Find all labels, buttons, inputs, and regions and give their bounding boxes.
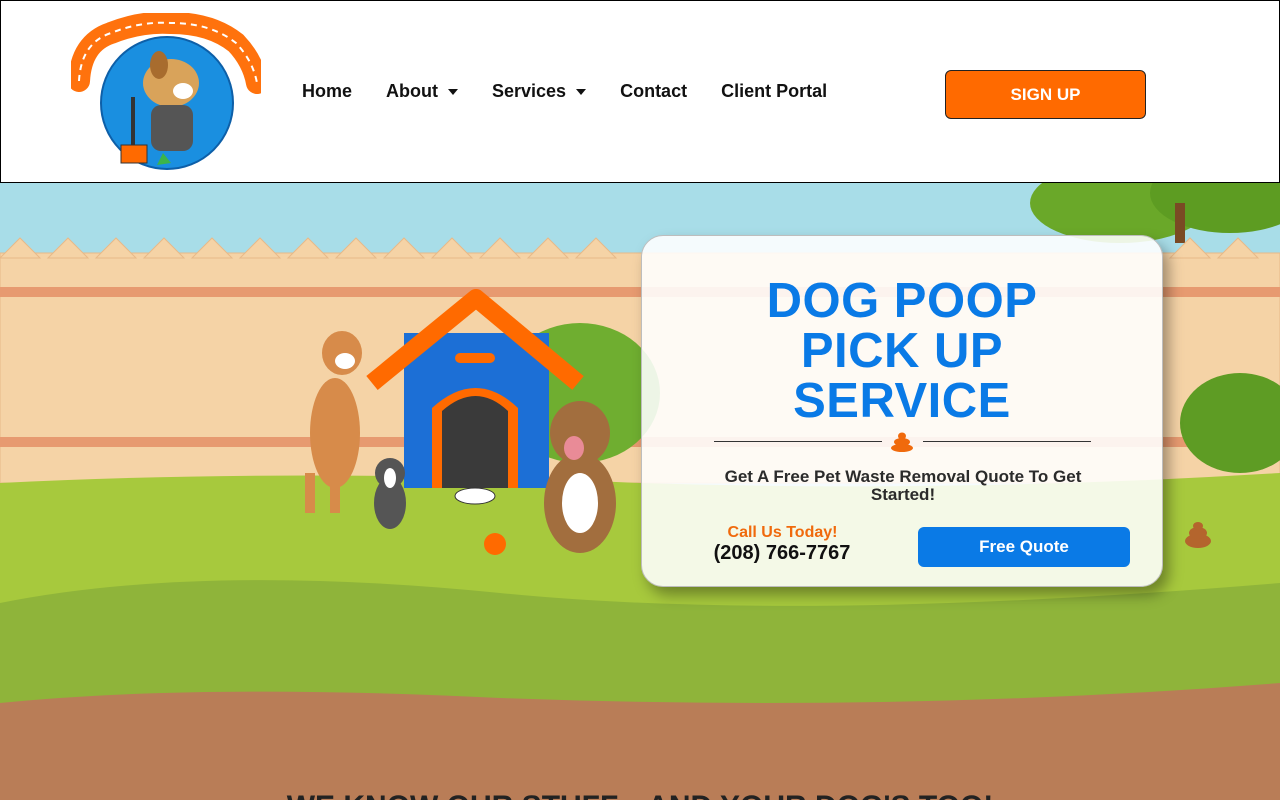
nav-about-label: About <box>386 81 438 101</box>
title-line-3: SERVICE <box>793 374 1011 428</box>
sign-up-button[interactable]: SIGN UP <box>945 70 1146 119</box>
nav-contact[interactable]: Contact <box>620 81 687 102</box>
hero-section: DOG POOP PICK UP SERVICE Get A Free Pet … <box>0 183 1280 800</box>
title-line-1: DOG POOP <box>766 274 1038 328</box>
section-heading: WE KNOW OUR STUFF... AND YOUR DOG'S TOO! <box>0 790 1280 800</box>
terrier-dog-icon <box>374 458 406 529</box>
dog-poopros-logo[interactable] <box>71 13 261 173</box>
poop-icon <box>891 432 913 452</box>
divider <box>923 441 1091 442</box>
hero-subtitle: Get A Free Pet Waste Removal Quote To Ge… <box>724 467 1082 504</box>
nav-client-portal[interactable]: Client Portal <box>721 81 827 102</box>
site-header: Home About Services Contact Client Porta… <box>0 0 1280 183</box>
page-title: DOG POOP PICK UP SERVICE <box>642 276 1162 426</box>
title-line-2: PICK UP <box>800 324 1004 378</box>
nav-services[interactable]: Services <box>492 81 587 102</box>
chevron-down-icon <box>448 88 458 95</box>
free-quote-button[interactable]: Free Quote <box>918 527 1130 567</box>
nav-contact-label: Contact <box>620 81 688 101</box>
hero-card: DOG POOP PICK UP SERVICE Get A Free Pet … <box>641 235 1163 587</box>
call-us-label: Call Us Today! <box>727 524 838 541</box>
nav-client-portal-label: Client Portal <box>721 81 828 101</box>
nav-home[interactable]: Home <box>302 81 352 102</box>
divider <box>714 441 882 442</box>
nav-services-label: Services <box>492 81 567 101</box>
chevron-down-icon <box>576 88 587 95</box>
nav-about[interactable]: About <box>386 81 458 102</box>
nav-home-label: Home <box>302 81 353 101</box>
main-nav: Home About Services Contact Client Porta… <box>302 81 861 102</box>
phone-number[interactable]: (208) 766-7767 <box>702 542 862 565</box>
pitbull-dog-icon <box>544 401 616 553</box>
